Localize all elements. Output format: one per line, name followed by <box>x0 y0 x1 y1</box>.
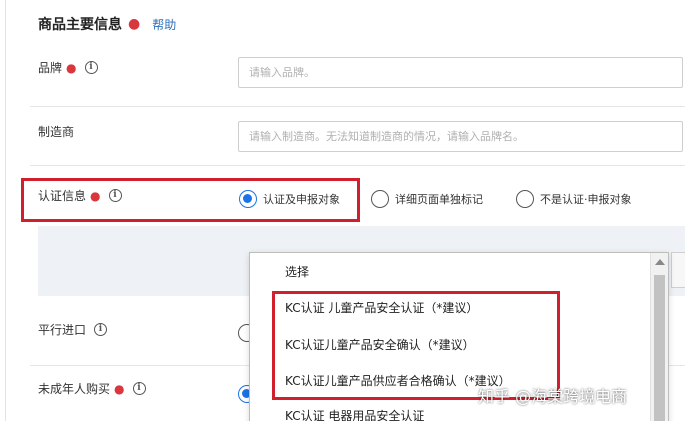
dropdown-scrollbar[interactable] <box>650 253 668 421</box>
info-icon[interactable]: i <box>84 61 98 74</box>
manufacturer-label: 制造商 <box>38 125 75 139</box>
section-header: 商品主要信息 ● 帮助 <box>38 14 176 34</box>
dropdown-option[interactable]: KC认证 电器用品安全认证 <box>285 407 424 421</box>
divider <box>30 106 685 107</box>
brand-label: 品牌 ● i <box>38 59 98 76</box>
watermark: 知乎 @海棠跨境电商 <box>478 387 628 406</box>
radio-unchecked-icon <box>371 190 389 208</box>
panel-input-stub[interactable] <box>671 252 685 288</box>
manufacturer-input[interactable] <box>238 121 683 152</box>
left-border <box>0 0 6 421</box>
info-icon[interactable]: i <box>132 382 146 395</box>
parallel-import-label: 平行进口 i <box>38 321 108 338</box>
required-dot: ● <box>128 16 141 32</box>
radio-detail-page-separate[interactable]: 详细页面单独标记 <box>371 190 483 208</box>
radio-certified-and-declared[interactable]: 认证及申报对象 <box>239 190 340 208</box>
help-link[interactable]: 帮助 <box>152 16 176 33</box>
brand-input[interactable] <box>238 57 683 88</box>
info-icon[interactable]: i <box>94 323 108 336</box>
radio-checked-icon <box>239 190 257 208</box>
divider <box>30 165 685 166</box>
scroll-thumb[interactable] <box>654 275 665 421</box>
scroll-up-icon[interactable] <box>655 259 665 265</box>
radio-not-certification-target[interactable]: 不是认证·申报对象 <box>516 190 632 208</box>
minor-purchase-label: 未成年人购买 ● i <box>38 380 146 397</box>
required-dot: ● <box>66 60 77 75</box>
required-dot: ● <box>114 381 125 396</box>
radio-unchecked-icon <box>516 190 534 208</box>
dropdown-option[interactable]: 选择 <box>285 263 309 280</box>
section-title: 商品主要信息 <box>38 17 122 33</box>
